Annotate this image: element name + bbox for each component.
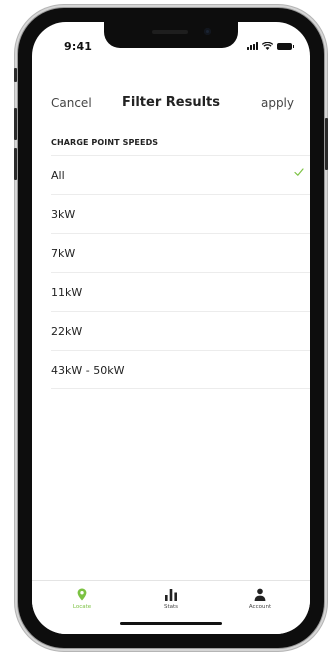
option-label: 22kW [51, 325, 83, 338]
option-11kw[interactable]: 11kW [51, 272, 310, 311]
option-22kw[interactable]: 22kW [51, 311, 310, 350]
nav-bar: Cancel Filter Results apply [32, 88, 310, 118]
tab-label: Stats [163, 604, 179, 610]
front-camera [204, 28, 211, 35]
wifi-icon [262, 42, 273, 50]
speaker-grille [152, 30, 188, 34]
tab-bar: Locate Stats Account [32, 580, 310, 634]
tab-label: Locate [72, 604, 92, 610]
notch [104, 22, 238, 48]
bar-chart-icon [165, 589, 177, 601]
option-43-50kw[interactable]: 43kW - 50kW [51, 350, 310, 389]
option-3kw[interactable]: 3kW [51, 194, 310, 233]
tab-account[interactable]: Account [230, 588, 290, 610]
option-all[interactable]: All [51, 155, 310, 194]
side-button-volume-up [14, 108, 17, 140]
tab-label: Account [248, 604, 272, 610]
option-label: All [51, 169, 65, 182]
side-button-silent [14, 68, 17, 82]
user-icon [254, 588, 266, 601]
option-label: 3kW [51, 208, 76, 221]
tab-stats[interactable]: Stats [141, 588, 201, 610]
apply-button[interactable]: apply [261, 96, 294, 110]
option-7kw[interactable]: 7kW [51, 233, 310, 272]
option-label: 11kW [51, 286, 83, 299]
battery-icon [277, 43, 294, 50]
signal-icon [247, 42, 258, 50]
section-header-charge-speeds: CHARGE POINT SPEEDS [51, 138, 159, 147]
checkmark-icon [294, 168, 304, 176]
home-indicator[interactable] [120, 622, 222, 625]
status-time: 9:41 [64, 40, 93, 53]
phone-frame: 9:41 Cancel Filter Results apply CHARGE … [14, 8, 328, 648]
option-label: 7kW [51, 247, 76, 260]
side-button-volume-down [14, 148, 17, 180]
status-icons [247, 42, 294, 50]
speed-options-list: All 3kW 7kW 11kW 22kW 43kW - 50kW [51, 155, 310, 389]
tab-locate[interactable]: Locate [52, 588, 112, 610]
option-label: 43kW - 50kW [51, 364, 125, 377]
app-screen: 9:41 Cancel Filter Results apply CHARGE … [32, 22, 310, 634]
location-pin-icon [77, 588, 87, 601]
